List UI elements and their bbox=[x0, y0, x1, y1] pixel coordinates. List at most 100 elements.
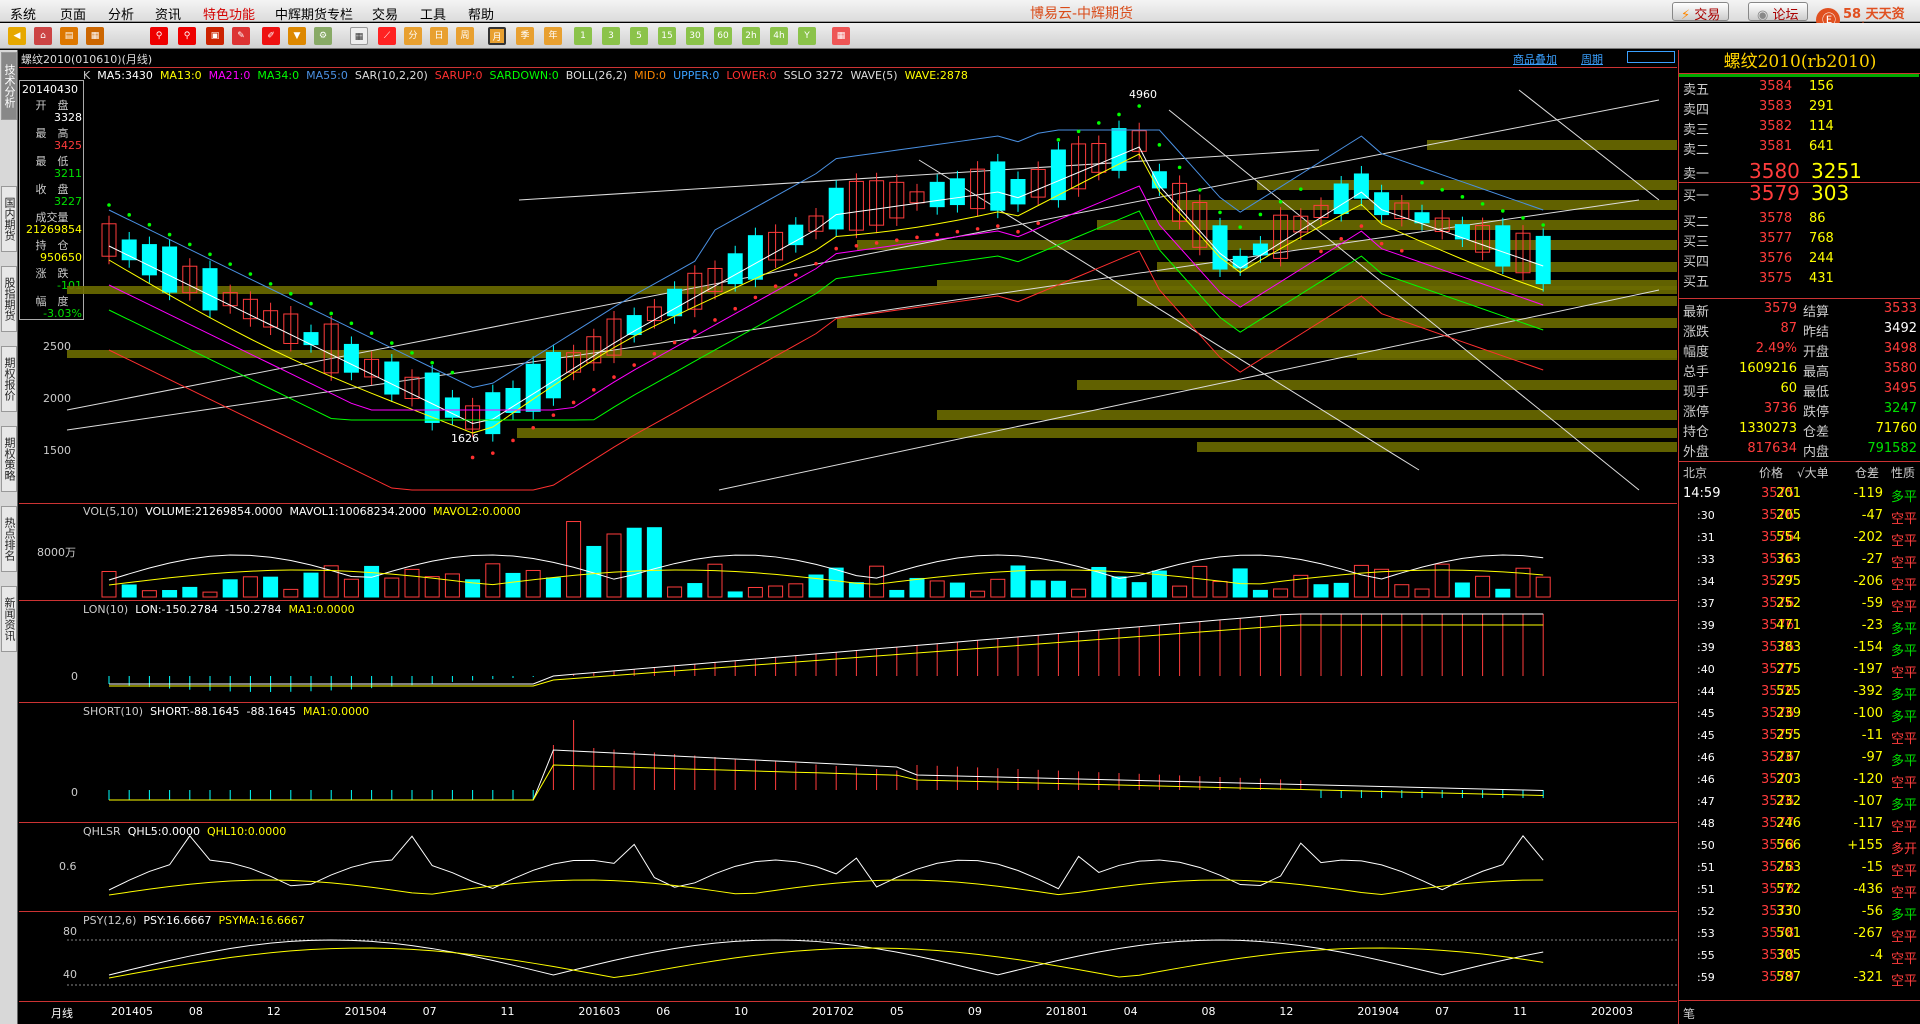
menu-news[interactable]: 资讯 bbox=[155, 4, 181, 23]
tick-row[interactable]: :34 3577 295 -206 空平 bbox=[1679, 571, 1920, 593]
period-30-button[interactable]: 30 bbox=[686, 27, 704, 45]
tick-row[interactable]: :45 3576 239 -100 多平 bbox=[1679, 703, 1920, 725]
sar-dot bbox=[834, 246, 838, 251]
ask-row[interactable]: 卖五 3584 156 bbox=[1679, 78, 1920, 98]
home-icon[interactable]: ⌂ bbox=[34, 27, 52, 45]
volume-bar bbox=[485, 563, 501, 598]
tick-row[interactable]: :39 3576 383 -154 多平 bbox=[1679, 637, 1920, 659]
period-1-button[interactable]: 1 bbox=[574, 27, 592, 45]
stat-row: 现手 60 最低 3495 bbox=[1679, 380, 1920, 400]
ask-row[interactable]: 卖一 3580 3251 bbox=[1679, 159, 1920, 183]
tool-icon[interactable]: ⚙ bbox=[314, 27, 332, 45]
week-icon[interactable]: 周 bbox=[456, 27, 474, 45]
app-title: 博易云-中辉期货 bbox=[1030, 6, 1134, 22]
period-2h-button[interactable]: 2h bbox=[742, 27, 760, 45]
folder-icon[interactable]: ▦ bbox=[86, 27, 104, 45]
tick-row[interactable]: :46 3577 203 -120 空平 bbox=[1679, 769, 1920, 791]
menu-page[interactable]: 页面 bbox=[60, 4, 86, 23]
trend-line bbox=[518, 149, 1320, 201]
tick-row[interactable]: :47 3576 232 -107 多平 bbox=[1679, 791, 1920, 813]
tab-news[interactable]: 新闻资讯 bbox=[1, 586, 17, 652]
sar-dot bbox=[511, 438, 515, 443]
period-4h-button[interactable]: 4h bbox=[770, 27, 788, 45]
pen-icon[interactable]: ✎ bbox=[232, 27, 250, 45]
volume-bar bbox=[1172, 585, 1188, 598]
zoom-icon[interactable]: ⚲ bbox=[178, 27, 196, 45]
tab-domestic-futures[interactable]: 国内期货 bbox=[1, 186, 17, 252]
period-y-button[interactable]: Y bbox=[798, 27, 816, 45]
tick-row[interactable]: :48 3577 246 -117 空平 bbox=[1679, 813, 1920, 835]
ask-row[interactable]: 卖二 3581 641 bbox=[1679, 138, 1920, 158]
forum-button[interactable]: ◉ 论坛 bbox=[1748, 2, 1808, 23]
tab-hot-ranking[interactable]: 热点排名 bbox=[1, 506, 17, 572]
tick-row[interactable]: 14:59 3575 201 -119 多平 bbox=[1679, 483, 1920, 505]
bid-row[interactable]: 买四 3576 244 bbox=[1679, 250, 1920, 270]
tick-row[interactable]: :59 3579 587 -321 空平 bbox=[1679, 967, 1920, 989]
bid-row[interactable]: 买二 3578 86 bbox=[1679, 210, 1920, 230]
menu-trade[interactable]: 交易 bbox=[372, 4, 398, 23]
minute-icon[interactable]: 分 bbox=[404, 27, 422, 45]
day-icon[interactable]: 日 bbox=[430, 27, 448, 45]
menu-help[interactable]: 帮助 bbox=[468, 4, 494, 23]
tick-volume: 239 bbox=[1776, 706, 1801, 721]
tick-row[interactable]: :45 3577 255 -11 空平 bbox=[1679, 725, 1920, 747]
book-icon[interactable]: ▤ bbox=[60, 27, 78, 45]
tick-row[interactable]: :31 3576 554 -202 空平 bbox=[1679, 527, 1920, 549]
funnel-icon[interactable]: ▼ bbox=[288, 27, 306, 45]
period-5-button[interactable]: 5 bbox=[630, 27, 648, 45]
bid-row[interactable]: 买三 3577 768 bbox=[1679, 230, 1920, 250]
stat-label: 最低 bbox=[1803, 385, 1830, 400]
season-icon[interactable]: 季 bbox=[516, 27, 534, 45]
month-icon[interactable]: 月 bbox=[488, 27, 506, 45]
tick-row[interactable]: :51 3578 253 -15 空平 bbox=[1679, 857, 1920, 879]
tick-row[interactable]: :30 3576 205 -47 空平 bbox=[1679, 505, 1920, 527]
tick-row[interactable]: :52 3577 330 -56 多平 bbox=[1679, 901, 1920, 923]
menu-tools[interactable]: 工具 bbox=[420, 4, 446, 23]
tick-oi-change: -119 bbox=[1853, 486, 1883, 501]
stat-value: 3495 bbox=[1883, 381, 1917, 396]
crayon-icon[interactable]: ✐ bbox=[262, 27, 280, 45]
year-icon[interactable]: 年 bbox=[544, 27, 562, 45]
bid-row[interactable]: 买一 3579 303 bbox=[1679, 181, 1920, 205]
ask-price: 3582 bbox=[1759, 119, 1793, 134]
menu-features[interactable]: 特色功能 bbox=[203, 4, 255, 23]
table-icon[interactable]: ▦ bbox=[350, 27, 368, 45]
tick-row[interactable]: :51 3578 572 -436 空平 bbox=[1679, 879, 1920, 901]
bid-row[interactable]: 买五 3575 431 bbox=[1679, 270, 1920, 290]
tick-row[interactable]: :53 3578 501 -267 空平 bbox=[1679, 923, 1920, 945]
ask-row[interactable]: 卖四 3583 291 bbox=[1679, 98, 1920, 118]
period-15-button[interactable]: 15 bbox=[658, 27, 676, 45]
window-icon[interactable]: ▣ bbox=[206, 27, 224, 45]
tick-nature: 多平 bbox=[1891, 622, 1918, 637]
chart-line-icon[interactable]: ⟋ bbox=[378, 27, 396, 45]
menu-analysis[interactable]: 分析 bbox=[108, 4, 134, 23]
tick-row[interactable]: :55 3578 305 -4 空平 bbox=[1679, 945, 1920, 967]
candle-body bbox=[1454, 224, 1470, 240]
tick-row[interactable]: :50 3578 566 +155 多开 bbox=[1679, 835, 1920, 857]
tab-technical-analysis[interactable]: 技术分析 bbox=[1, 52, 17, 120]
volume-bar bbox=[141, 590, 157, 598]
tick-row[interactable]: :33 3576 363 -27 空平 bbox=[1679, 549, 1920, 571]
tick-row[interactable]: :44 3576 525 -392 多平 bbox=[1679, 681, 1920, 703]
x-tick: 05 bbox=[889, 1005, 904, 1018]
menu-zhonghui-column[interactable]: 中辉期货专栏 bbox=[275, 4, 353, 23]
trade-button[interactable]: ⚡ 交易 bbox=[1672, 2, 1730, 23]
tick-row[interactable]: :46 3576 237 -97 多平 bbox=[1679, 747, 1920, 769]
short-line bbox=[109, 749, 1544, 801]
back-icon[interactable]: ◀ bbox=[8, 27, 26, 45]
ask-row[interactable]: 卖三 3582 114 bbox=[1679, 118, 1920, 138]
tab-option-strategy[interactable]: 期权策略 bbox=[1, 426, 17, 492]
volume-bar bbox=[606, 533, 622, 598]
tick-row[interactable]: :39 3576 471 -23 多平 bbox=[1679, 615, 1920, 637]
tick-row[interactable]: :40 3577 275 -197 空平 bbox=[1679, 659, 1920, 681]
search-icon[interactable]: ⚲ bbox=[150, 27, 168, 45]
calendar-icon[interactable]: ▦ bbox=[832, 27, 850, 45]
tick-row[interactable]: :37 3576 252 -59 空平 bbox=[1679, 593, 1920, 615]
period-60-button[interactable]: 60 bbox=[714, 27, 732, 45]
volume-bar bbox=[1071, 588, 1087, 598]
menu-system[interactable]: 系统 bbox=[10, 4, 36, 23]
tab-option-quote[interactable]: 期权报价 bbox=[1, 346, 17, 412]
period-3-button[interactable]: 3 bbox=[602, 27, 620, 45]
volume-bar bbox=[929, 580, 945, 598]
tab-index-futures[interactable]: 股指期货 bbox=[1, 266, 17, 332]
